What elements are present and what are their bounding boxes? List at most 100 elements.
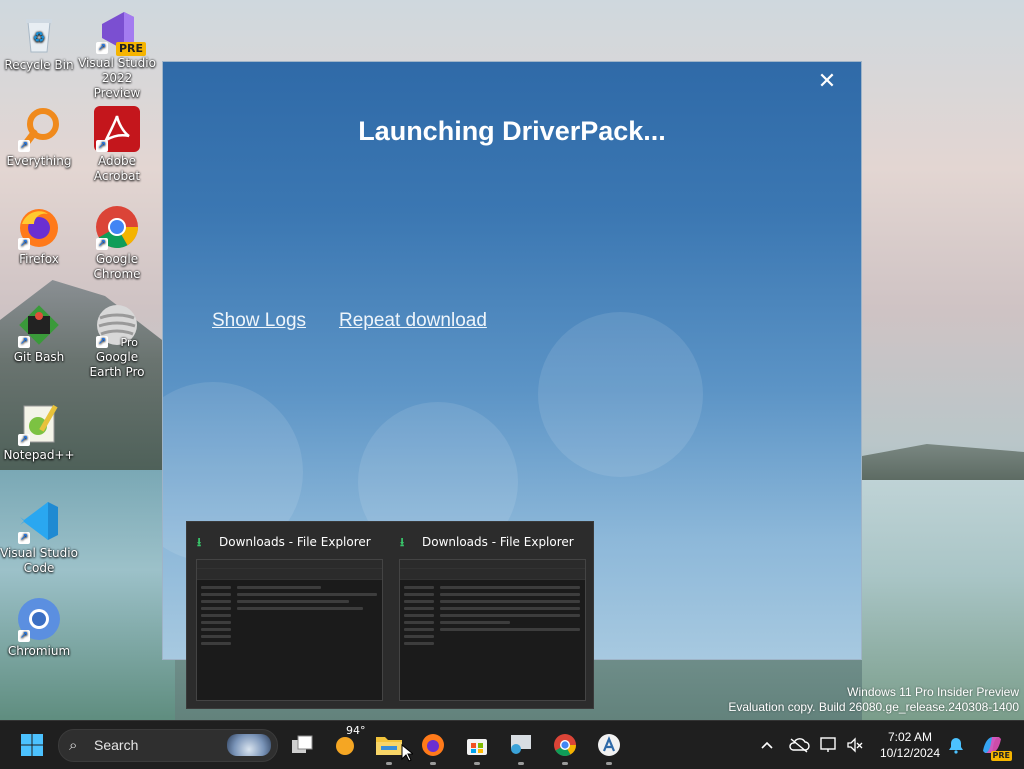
visual-studio-icon: ↗ PRE [94,8,146,56]
watermark-line-2: Evaluation copy. Build 26080.ge_release.… [728,700,1019,714]
desktop-icon-notepad-plus-plus[interactable]: ↗ Notepad++ [0,400,78,463]
firefox-icon: ↗ [16,204,62,250]
download-arrow-icon: ⭳ [197,535,202,549]
desktop-icon-label: Chromium [7,644,71,658]
google-earth-icon: ↗ Pro [94,302,140,349]
cloud-offline-icon [789,738,810,753]
volume-tray-button[interactable] [839,729,871,761]
onedrive-tray-button[interactable] [783,729,815,761]
watermark-line-1: Windows 11 Pro Insider Preview [847,685,1019,699]
task-view-icon [292,735,313,753]
windows-watermark: Windows 11 Pro Insider Preview Evaluatio… [728,685,1019,715]
launch-title: Launching DriverPack... [358,116,666,146]
desktop-icon-label: Google Chrome [93,252,141,281]
driverpack-icon [598,734,620,756]
chrome-icon: ↗ [94,204,140,250]
network-icon [820,737,836,752]
preview-badge: PRE [115,42,146,56]
speaker-muted-icon [847,737,863,753]
desktop-icon-git-bash[interactable]: ↗ Git Bash [0,302,78,365]
taskbar-firefox[interactable] [417,729,449,765]
desktop-icon-label: Google Earth Pro [89,350,145,379]
shortcut-arrow-icon: ↗ [96,42,108,54]
weather-widget[interactable]: 94° [330,724,366,761]
adobe-acrobat-icon: ↗ [94,106,140,152]
desktop-icon-label: Adobe Acrobat [93,154,141,183]
everything-search-icon: ↗ [16,106,62,152]
shortcut-arrow-icon: ↗ [18,238,30,250]
show-hidden-icons-button[interactable] [751,729,783,761]
desktop-icon-label: Visual Studio Code [0,546,78,575]
desktop-icon-label: Git Bash [13,350,65,364]
firefox-icon [422,734,444,756]
taskbar-driverpack[interactable] [593,729,625,765]
remote-desktop-icon [511,735,531,754]
thumbnail-title: Downloads - File Explorer [422,535,574,549]
thumbnail-title: Downloads - File Explorer [219,535,371,549]
folder-icon [376,737,402,755]
show-logs-link[interactable]: Show Logs [212,310,306,332]
copilot-button[interactable]: PRE [976,729,1012,761]
chrome-icon [554,734,576,756]
desktop-icon-adobe-acrobat[interactable]: ↗ Adobe Acrobat [78,106,156,184]
close-button[interactable]: ✕ [815,70,839,94]
desktop-icon-label: Firefox [19,252,59,266]
start-button[interactable] [16,729,48,761]
desktop-icon-chromium[interactable]: ↗ Chromium [0,596,78,659]
desktop-icon-label: Visual Studio 2022 Preview [78,56,156,100]
svg-text:♻: ♻ [33,30,46,46]
bell-icon [949,738,963,754]
weather-temp: 94° [346,724,366,737]
desktop-icon-everything[interactable]: ↗ Everything [0,106,78,169]
shortcut-arrow-icon: ↗ [18,140,30,152]
vscode-icon: ↗ [16,498,62,544]
taskbar: ⌕ Search 94° 7:02 AM 10/12/2024 PRE [0,720,1024,769]
window-preview [196,559,383,701]
desktop-icon-google-chrome[interactable]: ↗ Google Chrome [78,204,156,282]
clock-date: 10/12/2024 [879,746,941,760]
search-placeholder: Search [94,737,139,753]
desktop-icon-google-earth-pro[interactable]: ↗ Pro Google Earth Pro [78,302,156,380]
download-arrow-icon: ⭳ [400,535,405,549]
shortcut-arrow-icon: ↗ [18,532,30,544]
pro-badge: Pro [120,336,138,349]
taskbar-thumbnail-popup: ⭳ Downloads - File Explorer ⭳ Downloads - … [186,521,594,709]
wallpaper-lake-right [862,480,1024,720]
desktop-icon-label: Notepad++ [3,448,75,462]
taskbar-search-box[interactable]: ⌕ Search [58,729,278,762]
desktop-icon-firefox[interactable]: ↗ Firefox [0,204,78,267]
desktop-icon-label: Everything [6,154,72,168]
search-highlight-art [227,734,271,756]
shortcut-arrow-icon: ↗ [96,238,108,250]
taskbar-microsoft-store[interactable] [461,729,493,765]
shortcut-arrow-icon: ↗ [96,336,108,348]
task-view-button[interactable] [286,729,318,761]
repeat-download-link[interactable]: Repeat download [339,310,487,332]
wallpaper-hill-right [862,444,1024,480]
system-clock[interactable]: 7:02 AM 10/12/2024 [870,729,950,761]
clock-time: 7:02 AM [887,730,933,744]
shortcut-arrow-icon: ↗ [96,140,108,152]
copilot-pre-badge: PRE [990,751,1012,761]
desktop-icon-visual-studio-2022-preview[interactable]: ↗ PRE Visual Studio 2022 Preview [78,8,156,101]
windows-logo-icon [21,734,43,756]
taskbar-google-chrome[interactable] [549,729,581,765]
chromium-icon: ↗ [16,596,62,642]
window-preview [399,559,586,701]
shortcut-arrow-icon: ↗ [18,434,30,446]
git-bash-icon: ↗ [16,302,62,348]
shortcut-arrow-icon: ↗ [18,336,30,348]
mouse-cursor-icon [401,744,413,762]
shortcut-arrow-icon: ↗ [18,630,30,642]
taskbar-remote-desktop[interactable] [505,729,537,765]
store-icon [467,739,487,755]
desktop-icon-recycle-bin[interactable]: ♻ Recycle Bin [0,10,78,73]
desktop-icon-visual-studio-code[interactable]: ↗ Visual Studio Code [0,498,78,576]
search-icon: ⌕ [69,736,78,754]
thumbnail-file-explorer-1[interactable]: ⭳ Downloads - File Explorer [187,522,387,708]
chevron-up-icon [761,741,773,749]
notifications-button[interactable] [940,729,972,761]
recycle-bin-icon: ♻ [16,10,62,56]
decor-bubble [538,312,703,477]
thumbnail-file-explorer-2[interactable]: ⭳ Downloads - File Explorer [390,522,590,708]
